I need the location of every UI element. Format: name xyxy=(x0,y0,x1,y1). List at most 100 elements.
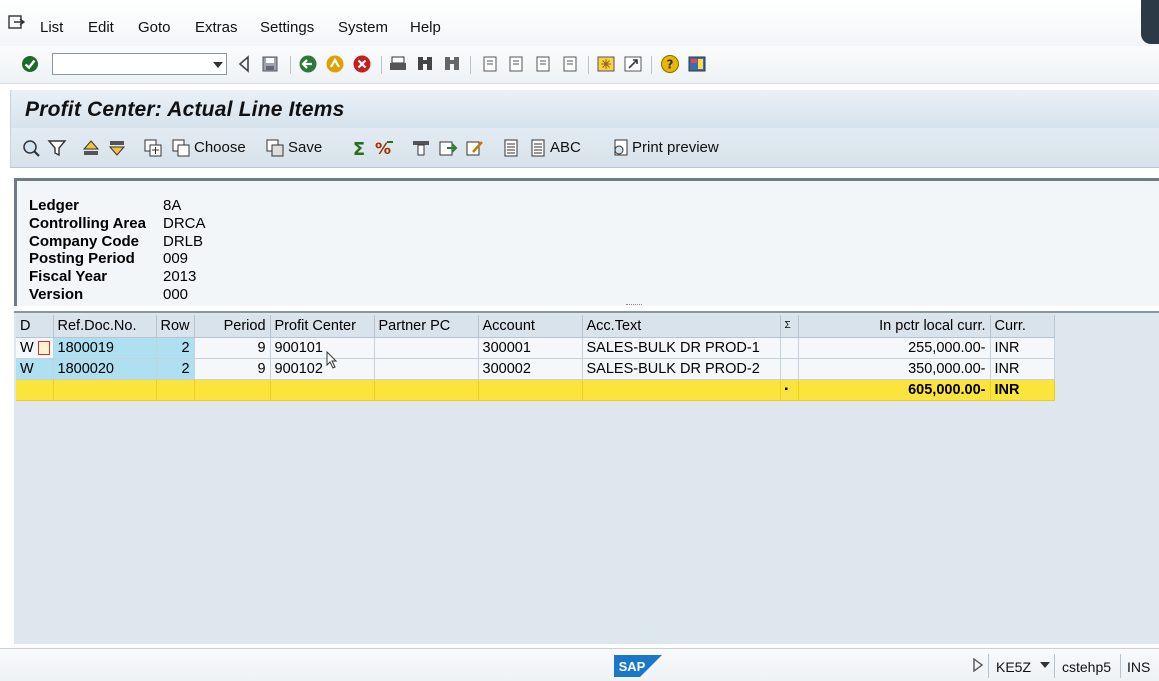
cell-ref-doc[interactable]: 1800019 xyxy=(53,337,157,359)
cell-period[interactable]: 9 xyxy=(194,337,271,359)
menu-edit[interactable]: Edit xyxy=(88,19,114,36)
back-green-icon[interactable] xyxy=(298,54,318,74)
print-preview-icon[interactable] xyxy=(611,138,631,158)
window-corner xyxy=(1141,0,1159,44)
col-header-account[interactable]: Account xyxy=(478,315,583,338)
cell-profit-center[interactable]: 900102 xyxy=(270,358,375,380)
cell-ref-doc[interactable]: 1800020 xyxy=(53,358,157,380)
status-play-icon[interactable] xyxy=(968,655,988,675)
sap-logo: SAP xyxy=(614,655,662,677)
cell-account[interactable]: 300001 xyxy=(478,337,583,359)
cell-d[interactable]: W xyxy=(16,337,54,359)
menu-goto[interactable]: Goto xyxy=(138,19,171,36)
menu-help[interactable]: Help xyxy=(410,19,441,36)
subtotal-icon[interactable]: % xyxy=(375,138,395,158)
cell-profit-center[interactable]: 900101 xyxy=(270,337,375,359)
cell-curr[interactable]: INR xyxy=(990,358,1055,380)
col-header-row[interactable]: Row xyxy=(156,315,195,338)
cell-amount[interactable]: 350,000.00- xyxy=(798,358,991,380)
customize-layout-icon[interactable] xyxy=(687,54,707,74)
chevron-down-icon[interactable] xyxy=(213,62,223,68)
find-icon[interactable] xyxy=(415,54,435,74)
menu-system[interactable]: System xyxy=(338,19,388,36)
enter-check-icon[interactable] xyxy=(20,54,40,74)
spreadsheet-icon[interactable] xyxy=(501,138,521,158)
previous-page-icon[interactable] xyxy=(506,54,526,74)
line-items-table: D Ref.Doc.No. Row Period Profit Center P… xyxy=(16,315,1055,401)
cell-curr[interactable]: INR xyxy=(990,337,1055,359)
transaction-code[interactable]: KE5Z xyxy=(996,659,1031,675)
application-toolbar: Choose Save Σ % ABC Print preview xyxy=(10,128,1159,168)
total-cell-partner-pc xyxy=(374,379,479,401)
cell-partner-pc[interactable] xyxy=(374,337,479,359)
cell-acc-text[interactable]: SALES-BULK DR PROD-1 xyxy=(582,337,781,359)
save-disk-icon[interactable] xyxy=(260,54,280,74)
find-next-icon[interactable] xyxy=(442,54,462,74)
edit-pencil-icon[interactable] xyxy=(465,138,485,158)
col-header-amount[interactable]: In pctr local curr. xyxy=(798,315,991,338)
system-menu-icon[interactable] xyxy=(8,14,26,30)
menu-list[interactable]: List xyxy=(40,19,63,36)
filter-icon[interactable] xyxy=(47,138,67,158)
menu-extras[interactable]: Extras xyxy=(195,19,238,36)
export-icon[interactable] xyxy=(438,138,458,158)
col-header-ref-doc[interactable]: Ref.Doc.No. xyxy=(53,315,157,338)
col-header-d[interactable]: D xyxy=(16,315,54,338)
chevron-down-icon[interactable] xyxy=(1035,655,1055,675)
back-triangle-icon[interactable] xyxy=(234,54,254,74)
col-header-period[interactable]: Period xyxy=(194,315,271,338)
col-header-profit-center[interactable]: Profit Center xyxy=(270,315,375,338)
sort-ascending-icon[interactable] xyxy=(81,138,101,158)
cell-row[interactable]: 2 xyxy=(156,337,195,359)
col-header-curr[interactable]: Curr. xyxy=(990,315,1055,338)
abc-analysis-icon[interactable] xyxy=(528,138,548,158)
table-row[interactable]: W 1800019 2 9 900101 300001 SALES-BULK D… xyxy=(16,337,1055,359)
menu-settings[interactable]: Settings xyxy=(260,19,314,36)
cell-period[interactable]: 9 xyxy=(194,358,271,380)
command-field[interactable] xyxy=(52,53,227,75)
print-preview-button[interactable]: Print preview xyxy=(632,139,719,156)
col-header-sigma[interactable]: Σ xyxy=(780,315,799,338)
cancel-red-icon[interactable] xyxy=(352,54,372,74)
total-sigma-icon[interactable]: Σ xyxy=(349,138,369,158)
total-row[interactable]: ▪ 605,000.00- INR xyxy=(16,379,1055,401)
print-icon[interactable] xyxy=(388,54,408,74)
title-bar: Profit Center: Actual Line Items xyxy=(10,90,1159,128)
sort-descending-icon[interactable] xyxy=(107,138,127,158)
cell-partner-pc[interactable] xyxy=(374,358,479,380)
new-session-icon[interactable] xyxy=(596,54,616,74)
cell-amount[interactable]: 255,000.00- xyxy=(798,337,991,359)
first-page-icon[interactable] xyxy=(480,54,500,74)
header-splitter[interactable] xyxy=(626,304,642,308)
details-icon[interactable] xyxy=(21,138,41,158)
last-page-icon[interactable] xyxy=(560,54,580,74)
shortcut-icon[interactable] xyxy=(623,54,643,74)
exit-yellow-icon[interactable] xyxy=(325,54,345,74)
svg-text:?: ? xyxy=(667,58,674,72)
header-value: 000 xyxy=(163,286,189,303)
cell-account[interactable]: 300002 xyxy=(478,358,583,380)
total-cell-ref-doc xyxy=(53,379,157,401)
cell-sigma[interactable] xyxy=(780,358,799,380)
abc-button[interactable]: ABC xyxy=(550,139,581,156)
mouse-cursor-icon xyxy=(326,351,338,369)
save-variant-icon[interactable] xyxy=(265,138,285,158)
change-layout-icon[interactable] xyxy=(411,138,431,158)
table-header-row: D Ref.Doc.No. Row Period Profit Center P… xyxy=(16,315,1055,338)
next-page-icon[interactable] xyxy=(533,54,553,74)
cell-row[interactable]: 2 xyxy=(156,358,195,380)
col-header-partner-pc[interactable]: Partner PC xyxy=(374,315,479,338)
choose-button[interactable]: Choose xyxy=(194,139,246,156)
col-header-acc-text[interactable]: Acc.Text xyxy=(582,315,781,338)
table-row[interactable]: W 1800020 2 9 900102 300002 SALES-BULK D… xyxy=(16,358,1055,380)
header-value: 8A xyxy=(163,197,182,214)
select-all-icon[interactable] xyxy=(143,138,163,158)
save-button[interactable]: Save xyxy=(288,139,322,156)
choose-icon[interactable] xyxy=(171,138,191,158)
cell-sigma[interactable] xyxy=(780,337,799,359)
cell-acc-text[interactable]: SALES-BULK DR PROD-2 xyxy=(582,358,781,380)
help-icon[interactable]: ? xyxy=(660,54,680,74)
cell-d[interactable]: W xyxy=(16,358,54,380)
server-name: cstehp5 xyxy=(1062,659,1112,675)
hotspot-icon[interactable] xyxy=(38,340,50,355)
